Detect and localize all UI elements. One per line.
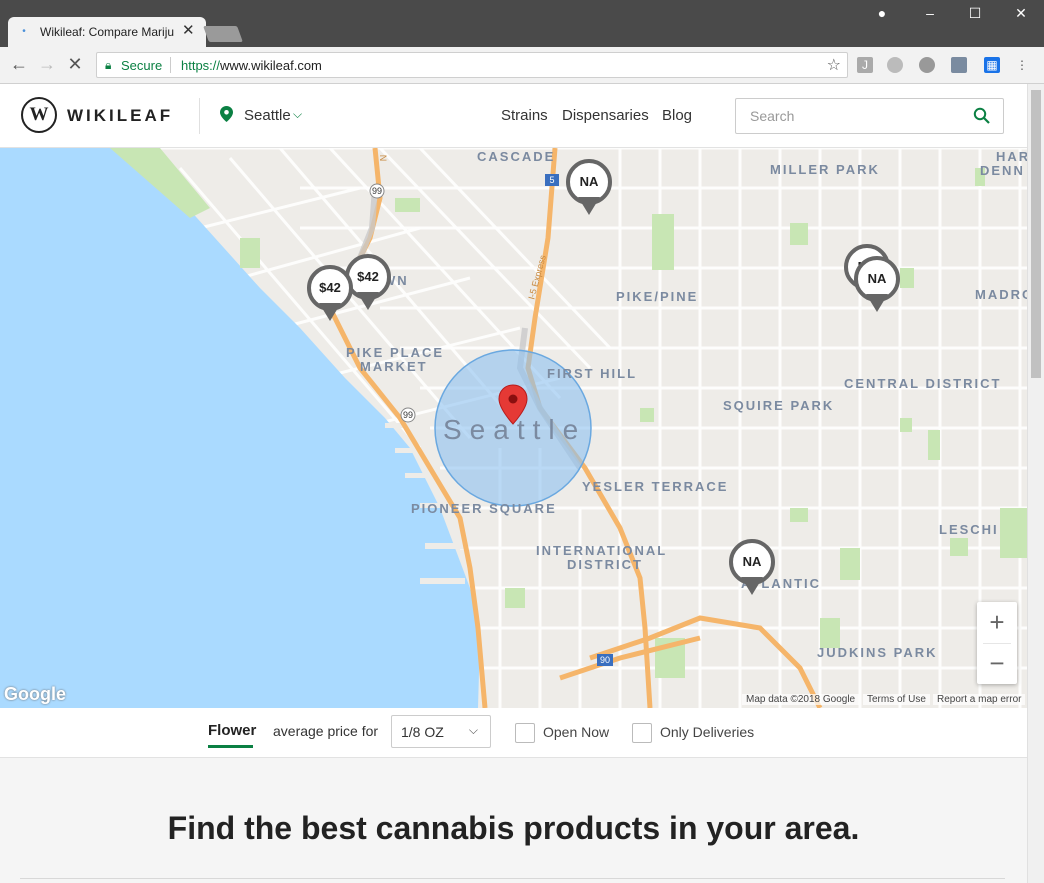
map-label-central-district: CENTRAL DISTRICT — [844, 376, 1002, 391]
map-label-district: DISTRICT — [567, 557, 643, 572]
search-input[interactable]: Search — [735, 98, 1004, 134]
svg-text:N: N — [378, 155, 388, 162]
average-price-label: average price for — [273, 723, 379, 739]
tab-favicon-icon: • — [22, 26, 26, 37]
forward-icon[interactable]: → — [36, 54, 58, 75]
extension-j-icon[interactable]: J — [857, 57, 873, 73]
url-text[interactable]: https://www.wikileaf.com — [181, 58, 322, 73]
terms-of-use-link[interactable]: Terms of Use — [863, 694, 930, 705]
dispensary-pin[interactable]: NA — [854, 256, 900, 314]
wikileaf-logo-text[interactable]: WIKILEAF — [67, 106, 173, 126]
extension-globe-icon[interactable] — [919, 57, 935, 73]
map-label-pike-pine: PIKE/PINE — [616, 289, 699, 304]
url-host: www.wikileaf.com — [220, 58, 322, 73]
map-label-madrona: MADRO — [975, 287, 1027, 302]
map-label-yesler-terrace: YESLER TERRACE — [582, 479, 729, 494]
wikileaf-logo-mark[interactable]: W — [21, 97, 57, 133]
map-label-pioneer-square: PIONEER SQUARE — [411, 501, 557, 516]
chevron-down-icon: ⌵ — [468, 723, 478, 737]
zoom-out-button[interactable]: − — [977, 643, 1017, 684]
map-label-cascade: CASCADE — [477, 149, 556, 164]
only-deliveries-checkbox[interactable] — [632, 723, 652, 743]
bookmark-star-icon[interactable]: ☆ — [827, 55, 841, 75]
weight-select[interactable]: 1/8 OZ ⌵ — [391, 715, 491, 748]
map-zoom-control: + − — [977, 602, 1017, 684]
browser-toolbar: ← → ✕ 🔒︎ Secure https://www.wikileaf.com… — [0, 47, 1044, 84]
filter-bar: Flower average price for 1/8 OZ ⌵ Open N… — [0, 708, 1027, 758]
weight-select-value: 1/8 OZ — [401, 724, 444, 740]
pin-tail — [866, 294, 888, 312]
dispensary-pin[interactable]: $42 — [307, 265, 353, 323]
zoom-separator — [983, 643, 1011, 644]
map-label-squire-park: SQUIRE PARK — [723, 398, 835, 413]
map-label-miller-park: MILLER PARK — [770, 162, 880, 177]
omnibox-separator — [170, 57, 171, 73]
map-label-judkins-park: JUDKINS PARK — [817, 645, 938, 660]
chevron-down-icon[interactable]: ⌵ — [293, 107, 302, 122]
svg-text:90: 90 — [600, 655, 610, 665]
profile-icon[interactable]: ● — [872, 5, 892, 21]
svg-text:5: 5 — [549, 175, 554, 185]
stop-loading-icon[interactable]: ✕ — [64, 54, 86, 75]
category-tab-flower[interactable]: Flower — [208, 722, 256, 739]
svg-text:99: 99 — [403, 410, 413, 420]
extension-circle-icon[interactable] — [887, 57, 903, 73]
browser-titlebar: • Wikileaf: Compare Mariju ✕ ● – ☐ ✕ — [0, 0, 1044, 47]
nav-blog[interactable]: Blog — [662, 107, 692, 124]
search-icon[interactable] — [973, 107, 991, 125]
search-placeholder: Search — [750, 108, 795, 124]
map-label-harrison: HAR — [996, 149, 1027, 164]
minimize-icon[interactable]: – — [920, 5, 940, 21]
map-label-international: INTERNATIONAL — [536, 543, 668, 558]
open-now-label[interactable]: Open Now — [543, 724, 609, 740]
page-headline: Find the best cannabis products in your … — [167, 810, 860, 846]
pin-tail — [319, 303, 341, 321]
svg-text:99: 99 — [372, 186, 382, 196]
pin-tail — [741, 577, 763, 595]
new-tab-button[interactable] — [203, 26, 243, 42]
active-tab-underline — [208, 745, 253, 748]
nav-strains[interactable]: Strains — [501, 107, 548, 124]
only-deliveries-label[interactable]: Only Deliveries — [660, 724, 754, 740]
back-icon[interactable]: ← — [8, 54, 30, 75]
pin-tail — [357, 292, 379, 310]
map-label-market: MARKET — [360, 359, 428, 374]
page-scrollbar[interactable] — [1027, 84, 1044, 883]
dispensary-pin[interactable]: NA — [729, 539, 775, 597]
lock-icon: 🔒︎ — [105, 58, 112, 72]
map[interactable]: 99 5 99 90 I-5 Express N CASCADE MILLER … — [0, 148, 1027, 708]
extension-satellite-icon[interactable] — [951, 57, 967, 73]
map-label-leschi: LESCHI — [939, 522, 999, 537]
site-header: W WIKILEAF Seattle ⌵ Strains Dispensarie… — [0, 84, 1027, 148]
location-selector[interactable]: Seattle — [244, 107, 291, 124]
maximize-icon[interactable]: ☐ — [965, 5, 985, 22]
address-bar[interactable]: 🔒︎ Secure https://www.wikileaf.com ☆ — [96, 52, 848, 78]
tab-close-icon[interactable]: ✕ — [182, 23, 195, 39]
map-label-first-hill: FIRST HILL — [547, 366, 638, 381]
scrollbar-thumb[interactable] — [1031, 90, 1041, 378]
zoom-in-button[interactable]: + — [977, 602, 1017, 643]
browser-tab[interactable]: • Wikileaf: Compare Mariju ✕ — [8, 17, 206, 47]
secure-label: Secure — [121, 58, 163, 73]
map-label-denny: DENN — [980, 163, 1025, 178]
header-divider — [199, 98, 200, 134]
open-now-checkbox[interactable] — [515, 723, 535, 743]
nav-dispensaries[interactable]: Dispensaries — [562, 107, 649, 124]
chrome-menu-icon[interactable]: ⋮ — [1014, 57, 1030, 73]
tab-title: Wikileaf: Compare Mariju — [40, 25, 175, 39]
url-scheme: https:// — [181, 58, 221, 73]
google-logo[interactable]: Google — [4, 684, 66, 705]
map-label-pike-place: PIKE PLACE — [346, 345, 445, 360]
section-divider — [20, 878, 1005, 879]
report-map-error-link[interactable]: Report a map error — [933, 694, 1026, 705]
pin-tail — [578, 197, 600, 215]
extension-grid-icon[interactable]: ▦ — [984, 57, 1000, 73]
dispensary-pin[interactable]: NA — [566, 159, 612, 217]
map-data-attribution: Map data ©2018 Google — [742, 694, 860, 705]
map-city-label: Seattle — [443, 414, 587, 445]
location-pin-icon — [220, 106, 233, 122]
close-window-icon[interactable]: ✕ — [1011, 5, 1031, 22]
